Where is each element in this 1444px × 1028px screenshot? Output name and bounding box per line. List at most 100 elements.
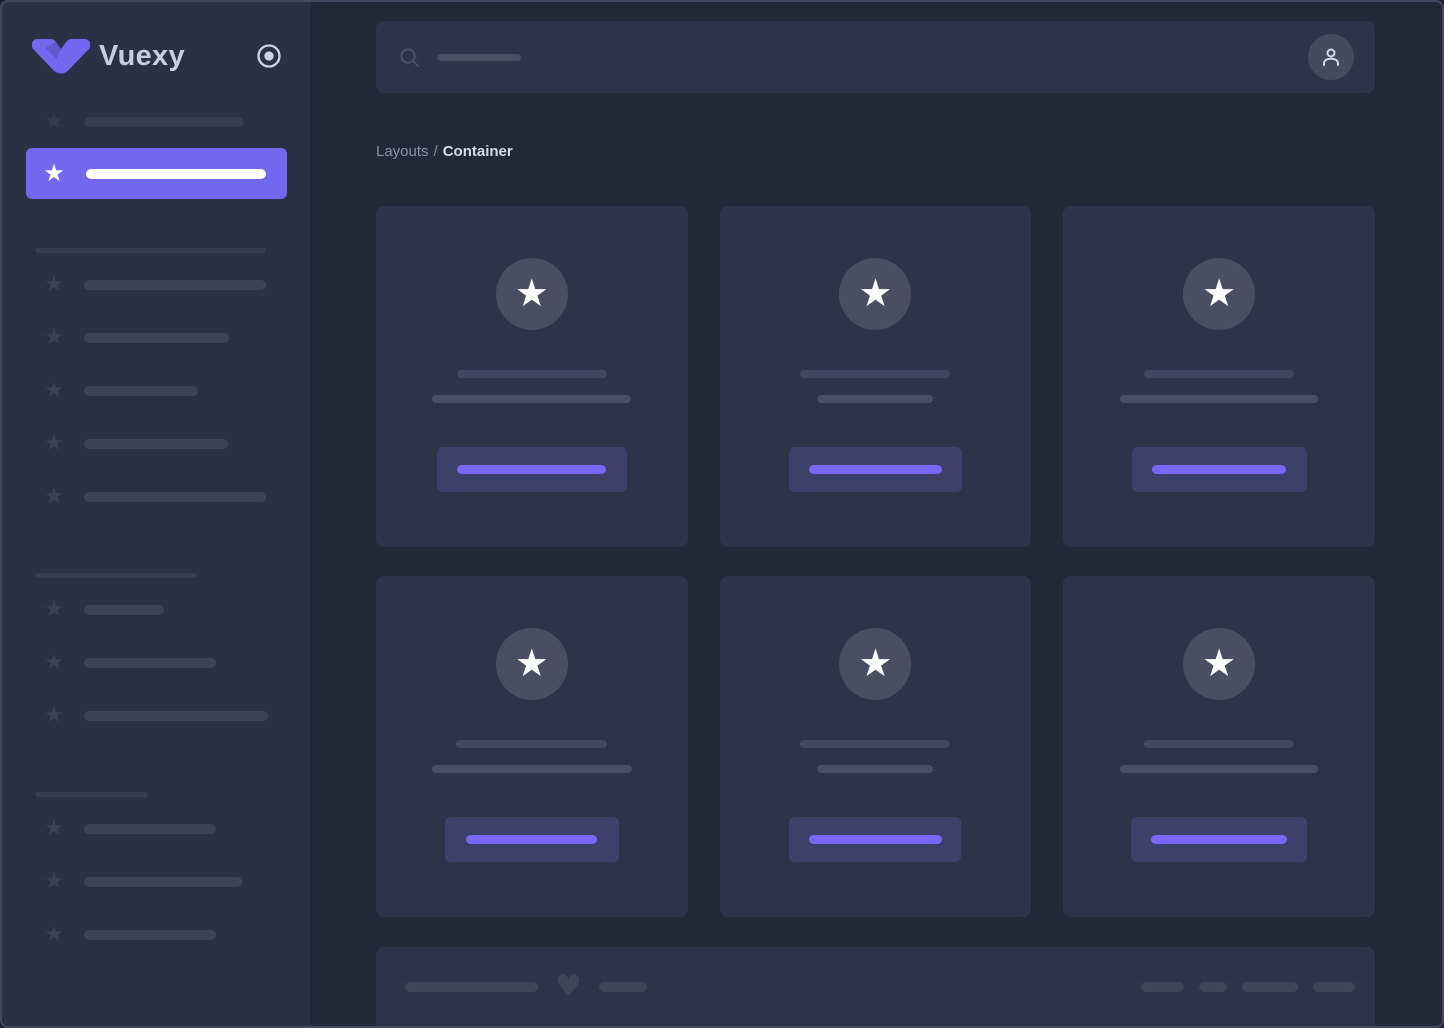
sidebar-nav: ★ ★ ★ ★ ★ ★ ★ ★ ★ ★ ★ ★ ★ xyxy=(2,109,310,975)
search-input[interactable] xyxy=(398,46,1308,69)
sidebar: Vuexy ★ ★ ★ ★ ★ ★ ★ ★ ★ ★ ★ ★ ★ xyxy=(2,2,310,1026)
footer-placeholder-bar xyxy=(1242,981,1298,992)
star-icon: ★ xyxy=(44,597,64,622)
search-icon xyxy=(400,47,420,67)
nav-section-divider xyxy=(35,573,197,578)
card-avatar: ★ xyxy=(1183,258,1256,331)
sidebar-menu-item[interactable]: ★ xyxy=(2,703,310,729)
sidebar-header: Vuexy xyxy=(32,36,283,76)
card-text-placeholder xyxy=(800,740,951,749)
star-icon: ★ xyxy=(1202,270,1237,315)
card-button[interactable] xyxy=(789,817,962,863)
nav-section-divider xyxy=(35,792,148,797)
menu-label-placeholder xyxy=(84,711,268,721)
sidebar-menu-item[interactable]: ★ xyxy=(2,109,310,135)
footer-placeholder-bar xyxy=(598,981,647,992)
sidebar-menu-item[interactable]: ★ xyxy=(2,378,310,404)
card-button[interactable] xyxy=(436,447,627,493)
card-text-placeholder xyxy=(800,370,951,379)
star-icon: ★ xyxy=(514,270,549,315)
demo-card: ★ xyxy=(719,576,1032,918)
menu-label-placeholder xyxy=(84,439,228,449)
nav-pin-toggle-icon[interactable] xyxy=(255,42,283,70)
card-avatar: ★ xyxy=(839,628,912,701)
brand-logo[interactable]: Vuexy xyxy=(32,38,185,74)
card-text-placeholder xyxy=(431,765,632,774)
sidebar-menu-item[interactable]: ★ xyxy=(2,272,310,298)
footer-card: ♥ xyxy=(376,947,1375,1026)
brand-name: Vuexy xyxy=(99,39,185,72)
menu-label-placeholder xyxy=(84,824,216,834)
star-icon: ★ xyxy=(44,703,64,728)
menu-label-placeholder xyxy=(84,658,216,668)
card-text-placeholder xyxy=(817,765,934,774)
sidebar-menu-item[interactable]: ★ xyxy=(2,431,310,457)
star-icon: ★ xyxy=(44,869,64,894)
breadcrumb-parent[interactable]: Layouts xyxy=(376,143,429,160)
demo-card: ★ xyxy=(1063,576,1375,918)
card-avatar: ★ xyxy=(495,628,568,701)
card-avatar: ★ xyxy=(839,258,912,331)
heart-icon[interactable]: ♥ xyxy=(555,971,582,1002)
footer-placeholder-bar xyxy=(1199,981,1227,992)
star-icon: ★ xyxy=(44,484,64,509)
card-button[interactable] xyxy=(788,447,962,493)
footer-placeholder-bar xyxy=(405,981,538,992)
footer-placeholder-bar xyxy=(1313,981,1355,992)
menu-label-placeholder xyxy=(84,877,242,887)
menu-label-placeholder xyxy=(84,605,164,615)
button-label-placeholder xyxy=(1151,835,1288,845)
topbar xyxy=(376,21,1375,94)
star-icon: ★ xyxy=(858,640,893,685)
app-window: Vuexy ★ ★ ★ ★ ★ ★ ★ ★ ★ ★ ★ ★ ★ Layouts … xyxy=(0,0,1444,1028)
sidebar-menu-item[interactable]: ★ xyxy=(2,597,310,623)
card-text-placeholder xyxy=(456,740,608,749)
sidebar-menu-item[interactable]: ★ xyxy=(2,650,310,676)
sidebar-menu-item[interactable]: ★ xyxy=(2,484,310,510)
card-text-placeholder xyxy=(1144,740,1295,749)
footer-placeholder-bar xyxy=(1141,981,1184,992)
menu-label-placeholder xyxy=(84,930,216,940)
card-button[interactable] xyxy=(444,817,619,863)
sidebar-menu-item-active[interactable]: ★ xyxy=(26,148,287,199)
sidebar-menu-item[interactable]: ★ xyxy=(2,325,310,351)
card-button[interactable] xyxy=(1131,447,1307,493)
card-grid: ★ ★ ★ ★ ★ ★ xyxy=(376,206,1375,918)
star-icon: ★ xyxy=(44,431,64,456)
sidebar-menu-item[interactable]: ★ xyxy=(2,869,310,895)
card-text-placeholder xyxy=(817,395,934,404)
button-label-placeholder xyxy=(808,835,942,845)
user-avatar[interactable] xyxy=(1308,34,1354,81)
card-avatar: ★ xyxy=(1183,628,1256,701)
sidebar-menu-item[interactable]: ★ xyxy=(2,922,310,948)
footer-right-group xyxy=(1141,981,1355,992)
breadcrumb-separator: / xyxy=(433,143,438,161)
main-content: Layouts / Container ★ ★ ★ ★ ★ ★ ♥ xyxy=(310,2,1442,1026)
menu-label-placeholder xyxy=(84,280,266,290)
card-text-placeholder xyxy=(456,370,607,379)
star-icon: ★ xyxy=(44,650,64,675)
card-avatar: ★ xyxy=(495,258,568,331)
star-icon: ★ xyxy=(44,272,64,297)
menu-label-placeholder xyxy=(86,168,266,179)
demo-card: ★ xyxy=(1063,206,1375,548)
demo-card: ★ xyxy=(376,206,688,548)
menu-label-placeholder xyxy=(84,492,266,502)
demo-card: ★ xyxy=(719,206,1032,548)
menu-label-placeholder xyxy=(84,386,198,396)
star-icon: ★ xyxy=(44,816,64,841)
star-icon: ★ xyxy=(44,325,64,350)
star-icon: ★ xyxy=(1202,640,1237,685)
button-label-placeholder xyxy=(1152,465,1287,475)
button-label-placeholder xyxy=(808,465,942,475)
card-button[interactable] xyxy=(1131,817,1308,863)
breadcrumb: Layouts / Container xyxy=(376,143,1375,160)
menu-label-placeholder xyxy=(84,333,229,343)
sidebar-menu-item[interactable]: ★ xyxy=(2,816,310,842)
card-text-placeholder xyxy=(1120,765,1319,774)
user-icon xyxy=(1323,48,1339,67)
star-icon: ★ xyxy=(44,922,64,947)
star-icon: ★ xyxy=(44,378,64,403)
button-label-placeholder xyxy=(466,835,598,845)
nav-section-divider xyxy=(35,248,266,253)
